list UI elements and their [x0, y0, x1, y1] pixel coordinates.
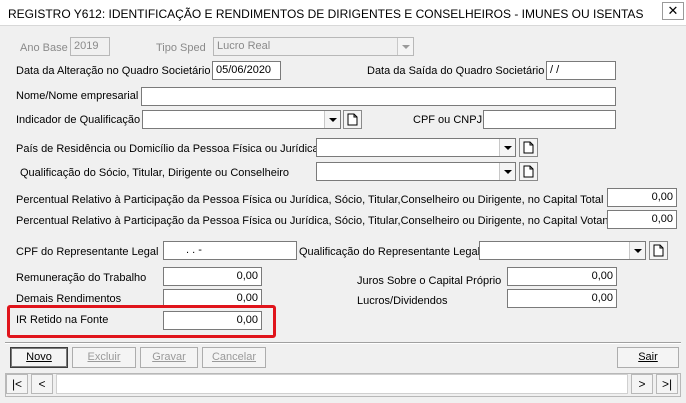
data-saida-field[interactable]: / / [546, 61, 616, 80]
document-icon [347, 113, 358, 126]
cpf-representante-label: CPF do Representante Legal [16, 246, 159, 258]
nav-last-button[interactable]: >| [656, 374, 678, 394]
chevron-down-icon[interactable] [629, 242, 645, 259]
gravar-label: Gravar [152, 351, 186, 363]
first-icon: |< [11, 377, 23, 391]
cpf-cnpj-field[interactable] [483, 110, 616, 129]
novo-label: Novo [26, 351, 52, 363]
chevron-down-icon[interactable] [324, 111, 340, 128]
next-icon: > [638, 377, 646, 391]
chevron-down-icon[interactable] [499, 139, 515, 156]
excluir-label: Excluir [87, 351, 121, 363]
close-icon: ✕ [667, 3, 679, 18]
tipo-sped-label: Tipo Sped [156, 42, 206, 54]
excluir-button[interactable]: Excluir [72, 347, 136, 368]
qualificacao-socio-lookup-button[interactable] [519, 162, 538, 181]
tipo-sped-value: Lucro Real [217, 40, 271, 52]
sair-button[interactable]: Sair [617, 347, 679, 368]
juros-field[interactable]: 0,00 [507, 267, 617, 286]
cpf-representante-field[interactable]: . . - [163, 241, 297, 260]
nav-first-button[interactable]: |< [6, 374, 28, 394]
ano-base-label: Ano Base [20, 42, 68, 54]
remuneracao-field[interactable]: 0,00 [163, 267, 262, 286]
nav-prev-button[interactable]: < [31, 374, 53, 394]
lucros-label: Lucros/Dividendos [357, 295, 448, 307]
document-icon [653, 244, 664, 257]
perc-votante-field[interactable]: 0,00 [607, 210, 677, 229]
divider [5, 342, 681, 344]
qualificacao-representante-label: Qualificação do Representante Legal [299, 246, 481, 258]
perc-votante-label: Percentual Relativo à Participação da Pe… [16, 215, 618, 227]
qualificacao-representante-lookup-button[interactable] [649, 241, 668, 260]
data-alteracao-field[interactable]: 05/06/2020 [212, 61, 281, 80]
remuneracao-label: Remuneração do Trabalho [16, 272, 147, 284]
document-icon [523, 141, 534, 154]
demais-label: Demais Rendimentos [16, 293, 122, 305]
nav-next-button[interactable]: > [631, 374, 653, 394]
nome-label: Nome/Nome empresarial [16, 90, 139, 102]
perc-total-field[interactable]: 0,00 [607, 188, 677, 207]
window-title: REGISTRO Y612: IDENTIFICAÇÃO E RENDIMENT… [8, 7, 644, 21]
sair-label: Sair [638, 351, 658, 363]
novo-button[interactable]: Novo [10, 347, 68, 368]
pais-lookup-button[interactable] [519, 138, 538, 157]
cancelar-button[interactable]: Cancelar [202, 347, 266, 368]
indicador-lookup-button[interactable] [343, 110, 362, 129]
prev-icon: < [38, 377, 46, 391]
last-icon: >| [661, 377, 673, 391]
data-saida-label: Data da Saída do Quadro Societário [367, 65, 545, 77]
tipo-sped-select: Lucro Real [213, 37, 414, 56]
cpf-cnpj-label: CPF ou CNPJ [413, 114, 483, 126]
chevron-down-icon [397, 38, 413, 55]
document-icon [523, 165, 534, 178]
nome-field[interactable] [141, 87, 616, 106]
ano-base-field: 2019 [70, 37, 110, 56]
perc-total-label: Percentual Relativo à Participação da Pe… [16, 194, 604, 206]
gravar-button[interactable]: Gravar [140, 347, 198, 368]
indicador-label: Indicador de Qualificação [16, 114, 141, 126]
juros-label: Juros Sobre o Capital Próprio [357, 275, 502, 287]
highlight-box [7, 305, 276, 338]
indicador-select[interactable] [142, 110, 341, 129]
qualificacao-socio-select[interactable] [316, 162, 516, 181]
close-button[interactable]: ✕ [662, 2, 684, 20]
cancelar-label: Cancelar [211, 351, 257, 363]
pais-select[interactable] [316, 138, 516, 157]
data-alteracao-label: Data da Alteração no Quadro Societário [16, 65, 211, 77]
chevron-down-icon[interactable] [499, 163, 515, 180]
qualificacao-representante-select[interactable] [479, 241, 646, 260]
pais-label: País de Residência ou Domicílio da Pesso… [16, 143, 319, 155]
navigation-track[interactable] [56, 374, 628, 394]
qualificacao-socio-label: Qualificação do Sócio, Titular, Dirigent… [20, 167, 290, 179]
lucros-field[interactable]: 0,00 [507, 289, 617, 308]
